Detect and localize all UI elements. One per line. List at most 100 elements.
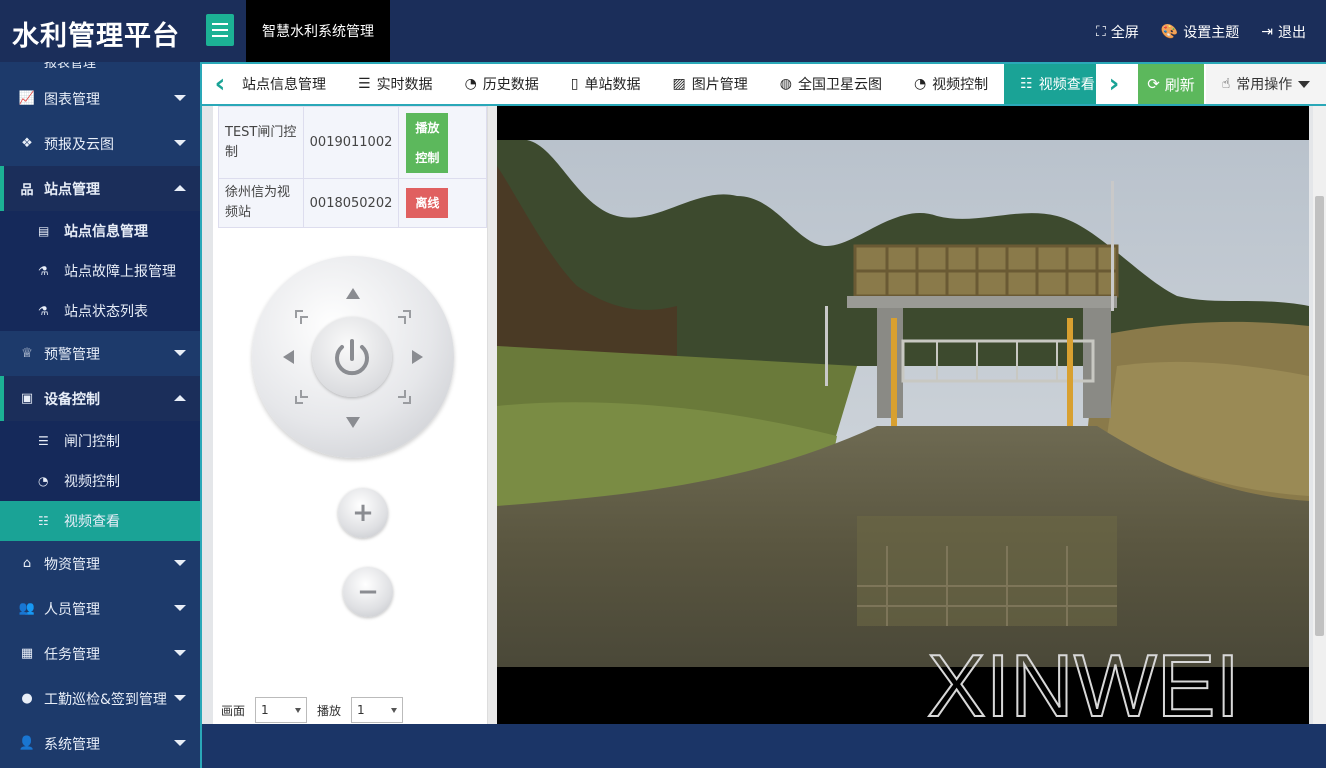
minus-icon: −	[357, 577, 379, 607]
ptz-left-icon[interactable]	[283, 350, 294, 364]
content-area: TEST闸门控制 0019011002 播放 控制 徐州信为视频站 001805…	[202, 106, 1326, 724]
zoom-in-button[interactable]: +	[338, 488, 388, 538]
sidebar-item-device[interactable]: ▣ 设备控制	[0, 376, 200, 421]
chevron-up-icon	[174, 185, 186, 191]
sidebar-item-material[interactable]: ⌂ 物资管理	[0, 541, 200, 586]
scrollbar-thumb[interactable]	[1315, 196, 1324, 636]
sidebar-subitem-video-view[interactable]: ☷ 视频查看	[0, 501, 200, 541]
sidebar-item-system[interactable]: 👤 系统管理	[0, 721, 200, 766]
chevron-down-icon	[174, 740, 186, 746]
tab-label: 单站数据	[584, 77, 641, 93]
sidebar-item-label: 人员管理	[44, 601, 100, 618]
theme-label: 设置主题	[1183, 25, 1240, 41]
sidebar-item-station[interactable]: 品 站点管理	[0, 166, 200, 211]
ptz-controller	[252, 256, 454, 458]
tab-label: 实时数据	[376, 77, 433, 93]
sidebar-subitem-gate-control[interactable]: ☰ 闸门控制	[0, 421, 200, 461]
chevron-up-icon	[174, 395, 186, 401]
server-icon: ☰	[38, 434, 49, 448]
tab-video-control[interactable]: ◔ 视频控制	[898, 64, 1004, 104]
info-circle-icon: ●	[21, 691, 33, 706]
sidebar-item-warning[interactable]: ♕ 预警管理	[0, 331, 200, 376]
device-name: 徐州信为视频站	[218, 178, 304, 228]
pie-chart-icon: ◔	[913, 76, 927, 92]
sidebar-item-label: 物资管理	[44, 556, 100, 573]
sidebar-item-chart[interactable]: 📈 图表管理	[0, 76, 200, 121]
video-player[interactable]: XINWEI	[497, 106, 1309, 724]
user-icon: 👤	[18, 736, 36, 751]
screen-select[interactable]: 1	[255, 697, 308, 723]
tab-label: 视频查看	[1038, 77, 1095, 93]
play-select-value: 1	[357, 703, 365, 717]
sidebar-subitem-station-info[interactable]: ▤ 站点信息管理	[0, 211, 200, 251]
sidebar-subitem-station-status[interactable]: ⚗ 站点状态列表	[0, 291, 200, 331]
tab-history[interactable]: ◔ 历史数据	[449, 64, 555, 104]
table-row[interactable]: 徐州信为视频站 0018050202 离线	[218, 178, 487, 228]
pie-chart-icon: ◔	[464, 76, 477, 92]
panel-divider[interactable]	[488, 106, 497, 724]
offline-badge[interactable]: 离线	[406, 188, 449, 218]
refresh-label: 刷新	[1164, 75, 1195, 94]
tab-label: 站点信息管理	[242, 77, 326, 93]
sidebar-item-task[interactable]: ▦ 任务管理	[0, 631, 200, 676]
hand-pointer-icon: ☝	[1221, 76, 1231, 92]
sidebar-item-label: 系统管理	[44, 736, 100, 753]
sidebar-subitem-video-control[interactable]: ◔ 视频控制	[0, 461, 200, 501]
ptz-down-icon[interactable]	[346, 417, 360, 428]
table-row[interactable]: TEST闸门控制 0019011002 播放 控制	[218, 106, 487, 179]
system-tab[interactable]: 智慧水利系统管理	[246, 0, 390, 62]
theme-button[interactable]: 🎨 设置主题	[1161, 22, 1239, 42]
sidebar-item-personnel[interactable]: 👥 人员管理	[0, 586, 200, 631]
device-table: TEST闸门控制 0019011002 播放 控制 徐州信为视频站 001805…	[218, 106, 487, 228]
zoom-out-button[interactable]: −	[343, 567, 393, 617]
sidebar-item-label: 设备控制	[44, 391, 100, 408]
plus-icon: +	[352, 498, 374, 528]
content-scrollbar[interactable]	[1313, 106, 1326, 724]
chevron-right-icon: ›	[1108, 69, 1120, 99]
tab-label: 图片管理	[691, 77, 748, 93]
chevron-down-icon	[295, 707, 302, 713]
control-label: 控制	[415, 150, 440, 165]
chevron-down-icon	[174, 650, 186, 656]
tab-scroll-left-button[interactable]: ‹	[202, 64, 238, 104]
chevron-down-icon	[174, 560, 186, 566]
sidebar-subitem-label: 闸门控制	[64, 434, 120, 450]
tab-images[interactable]: ▨ 图片管理	[657, 64, 764, 104]
sidebar-item-report-cut[interactable]: 报表管理	[0, 62, 200, 76]
tab-scroll-right-button[interactable]: ›	[1096, 64, 1132, 104]
tab-satellite[interactable]: ◍ 全国卫星云图	[764, 64, 898, 104]
play-select[interactable]: 1	[351, 697, 404, 723]
refresh-button[interactable]: ⟳ 刷新	[1138, 64, 1204, 104]
chevron-down-icon	[174, 350, 186, 356]
flask-icon: ⚗	[38, 304, 49, 318]
play-control-button[interactable]: 播放 控制	[406, 112, 449, 173]
sidebar-item-label: 工勤巡检&签到管理	[44, 691, 167, 708]
common-ops-dropdown[interactable]: ☝ 常用操作	[1206, 64, 1326, 104]
tab-single[interactable]: ▯ 单站数据	[555, 64, 657, 104]
sidebar-item-label: 预报及云图	[44, 136, 114, 153]
sidebar-subitem-label: 站点状态列表	[64, 304, 148, 320]
tab-video-view[interactable]: ☷ 视频查看	[1004, 64, 1096, 104]
sidebar-subitem-label: 视频查看	[64, 514, 120, 530]
logout-button[interactable]: ⇥ 退出	[1261, 22, 1306, 42]
fullscreen-button[interactable]: ⛶ 全屏	[1096, 22, 1139, 42]
logout-icon: ⇥	[1261, 24, 1273, 40]
power-icon	[335, 339, 369, 376]
chevron-down-icon	[174, 95, 186, 101]
pie-chart-icon: ◔	[38, 474, 49, 488]
hamburger-icon	[212, 35, 228, 37]
ptz-up-icon[interactable]	[346, 288, 360, 299]
screen-label: 画面	[221, 703, 246, 718]
ptz-power-button[interactable]	[312, 317, 392, 397]
ptz-right-icon[interactable]	[412, 350, 423, 364]
sidebar-subitem-station-fault[interactable]: ⚗ 站点故障上报管理	[0, 251, 200, 291]
tab-station-info[interactable]: 站点信息管理	[238, 64, 342, 104]
tab-strip: 站点信息管理 ☰ 实时数据 ◔ 历史数据 ▯ 单站数据 ▨ 图片管理 ◍ 全国卫…	[238, 64, 1096, 104]
tab-realtime[interactable]: ☰ 实时数据	[342, 64, 449, 104]
chevron-down-icon	[174, 140, 186, 146]
chevron-down-icon	[174, 605, 186, 611]
menu-toggle-button[interactable]	[206, 14, 234, 46]
sidebar-item-forecast[interactable]: ❖ 预报及云图	[0, 121, 200, 166]
sidebar-item-patrol[interactable]: ● 工勤巡检&签到管理	[0, 676, 200, 721]
hamburger-icon	[212, 29, 228, 31]
